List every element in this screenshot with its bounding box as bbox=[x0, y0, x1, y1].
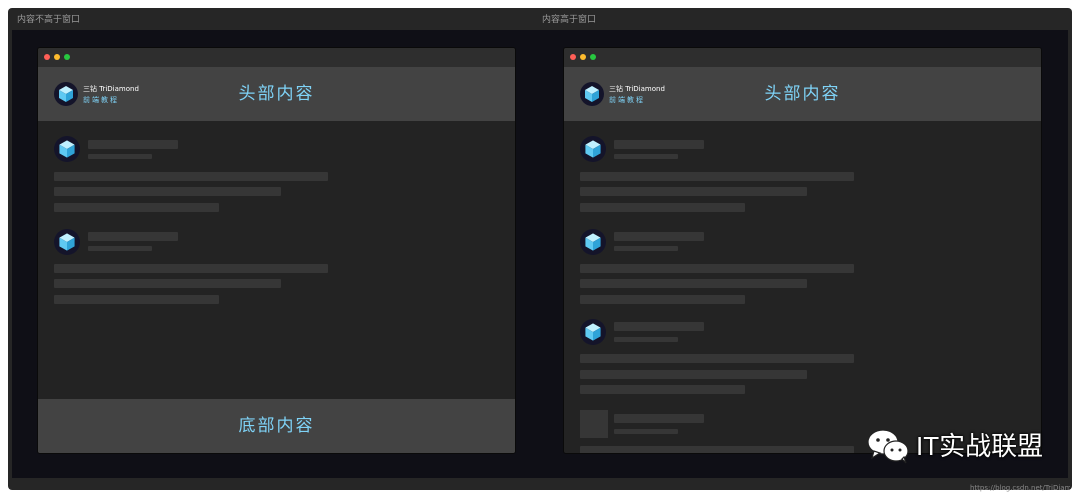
left-window: 三钻 TriDiamond 前端教程 头部内容 底部内容 bbox=[37, 47, 516, 454]
skeleton-subtitle bbox=[614, 154, 678, 159]
screenshot-frame: 内容不高于窗口 内容高于窗口 三钻 TriDiamond 前端教程 头部内容 底… bbox=[8, 8, 1072, 490]
header: 三钻 TriDiamond 前端教程 头部内容 bbox=[38, 67, 515, 121]
avatar-icon bbox=[580, 136, 606, 162]
skeleton-title bbox=[614, 140, 704, 149]
skeleton-line bbox=[580, 187, 807, 196]
close-dot[interactable] bbox=[44, 54, 50, 60]
skeleton-line bbox=[580, 446, 854, 453]
maximize-dot[interactable] bbox=[590, 54, 596, 60]
skeleton-subtitle bbox=[88, 154, 152, 159]
skeleton-line bbox=[580, 279, 807, 288]
skeleton-line bbox=[580, 370, 807, 379]
avatar-icon bbox=[580, 229, 606, 255]
skeleton-line bbox=[580, 264, 854, 273]
skeleton-line bbox=[54, 279, 281, 288]
skeleton-subtitle bbox=[614, 429, 678, 434]
header-title: 头部内容 bbox=[238, 84, 315, 104]
close-dot[interactable] bbox=[570, 54, 576, 60]
avatar-icon bbox=[54, 229, 80, 255]
avatar-icon bbox=[54, 136, 80, 162]
watermark-text: IT实战联盟 bbox=[916, 431, 1044, 461]
maximize-dot[interactable] bbox=[64, 54, 70, 60]
skeleton-line bbox=[54, 172, 328, 181]
watermark: IT实战联盟 bbox=[866, 428, 1043, 464]
header-title: 头部内容 bbox=[764, 84, 841, 104]
window-titlebar bbox=[564, 48, 1041, 67]
skeleton-line bbox=[580, 385, 745, 394]
skeleton-title bbox=[614, 414, 704, 423]
skeleton-subtitle bbox=[614, 246, 678, 251]
wechat-icon bbox=[867, 429, 909, 464]
skeleton-subtitle bbox=[614, 337, 678, 342]
avatar-icon bbox=[580, 319, 606, 345]
left-pane-label: 内容不高于窗口 bbox=[17, 15, 81, 25]
skeleton-line bbox=[54, 187, 281, 196]
skeleton-title bbox=[614, 232, 704, 241]
skeleton-line bbox=[580, 295, 745, 304]
skeleton-title bbox=[614, 322, 704, 331]
source-url: https://blog.csdn.net/TriDiamond bbox=[970, 484, 1070, 492]
skeleton-line bbox=[54, 295, 219, 304]
header: 三钻 TriDiamond 前端教程 头部内容 bbox=[564, 67, 1041, 121]
skeleton-title bbox=[88, 140, 178, 149]
footer-title: 底部内容 bbox=[238, 416, 315, 436]
skeleton-line bbox=[54, 264, 328, 273]
minimize-dot[interactable] bbox=[580, 54, 586, 60]
skeleton-line bbox=[580, 203, 745, 212]
minimize-dot[interactable] bbox=[54, 54, 60, 60]
skeleton-subtitle bbox=[88, 246, 152, 251]
avatar-placeholder bbox=[580, 410, 608, 438]
right-pane-label: 内容高于窗口 bbox=[542, 15, 597, 25]
skeleton-line bbox=[580, 354, 854, 363]
footer: 底部内容 bbox=[38, 399, 515, 453]
skeleton-line bbox=[580, 172, 854, 181]
right-window: 三钻 TriDiamond 前端教程 头部内容 bbox=[563, 47, 1042, 454]
window-titlebar bbox=[38, 48, 515, 67]
skeleton-title bbox=[88, 232, 178, 241]
skeleton-line bbox=[54, 203, 219, 212]
